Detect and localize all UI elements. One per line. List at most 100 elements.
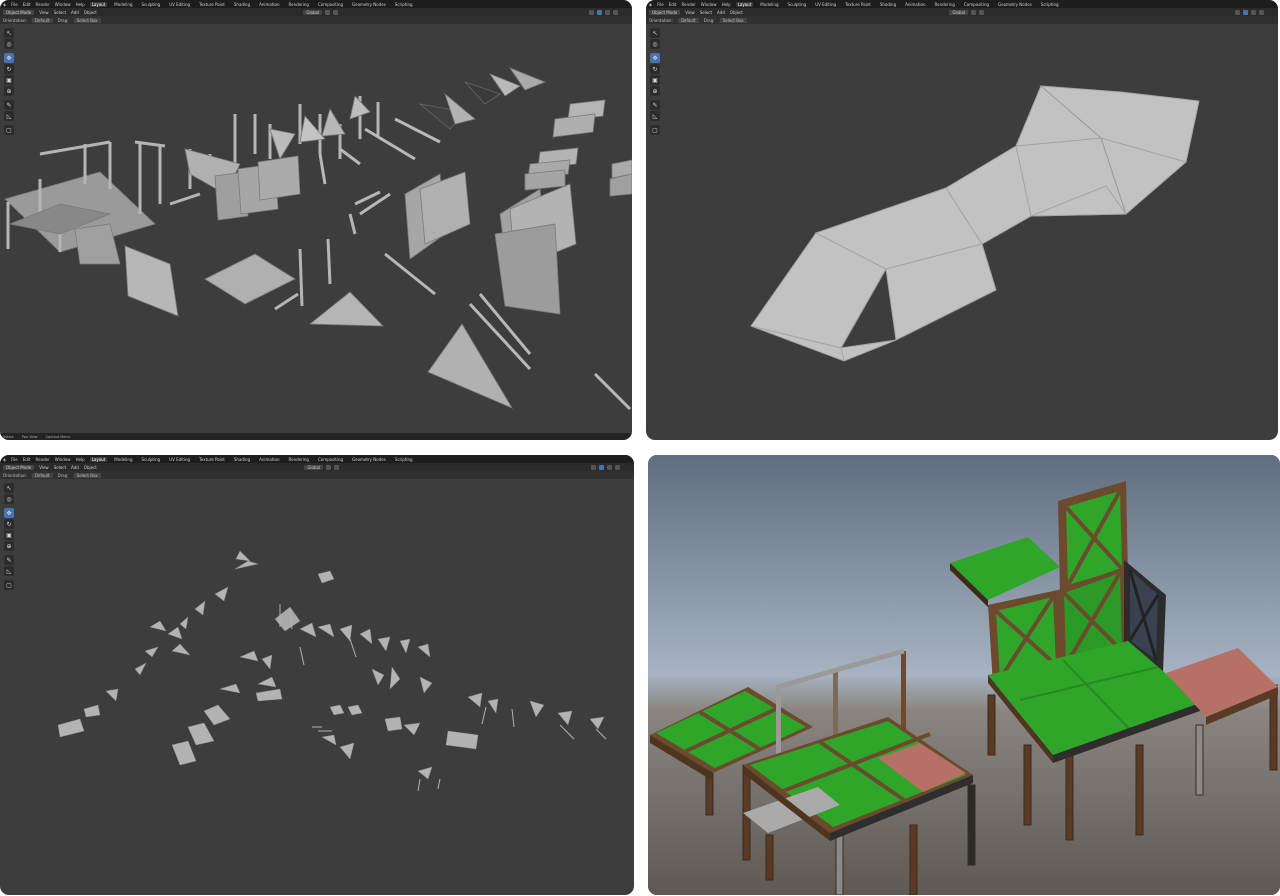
select-tool-icon[interactable]: ↖	[4, 28, 14, 38]
menu-window[interactable]: Window	[55, 457, 71, 462]
measure-tool-icon[interactable]: ◺	[4, 566, 14, 576]
rotate-tool-icon[interactable]: ↻	[4, 519, 14, 529]
orientation-select[interactable]: Default	[31, 17, 53, 23]
measure-tool-icon[interactable]: ◺	[4, 111, 14, 121]
tab-geometry-nodes[interactable]: Geometry Nodes	[996, 2, 1034, 7]
blender-logo-icon[interactable]: ◈	[3, 2, 6, 7]
scale-tool-icon[interactable]: ▣	[650, 75, 660, 85]
tab-sculpting[interactable]: Sculpting	[140, 2, 163, 7]
overlay-icon[interactable]	[605, 9, 610, 15]
shading-icon[interactable]	[613, 9, 618, 15]
tab-animation[interactable]: Animation	[257, 457, 281, 462]
transform-tool-icon[interactable]: ⊕	[4, 541, 14, 551]
overlay-icon[interactable]	[1251, 9, 1256, 15]
tab-compositing[interactable]: Compositing	[962, 2, 991, 7]
drag-select[interactable]: Select Box	[719, 17, 747, 23]
move-tool-icon[interactable]: ✥	[4, 508, 14, 518]
scale-tool-icon[interactable]: ▣	[4, 75, 14, 85]
select-menu[interactable]: Select	[54, 465, 66, 470]
transform-tool-icon[interactable]: ⊕	[650, 86, 660, 96]
menu-edit[interactable]: Edit	[23, 2, 31, 7]
transform-tool-icon[interactable]: ⊕	[4, 86, 14, 96]
transform-orientation[interactable]: Global	[304, 464, 324, 470]
menu-window[interactable]: Window	[55, 2, 71, 7]
menu-render[interactable]: Render	[36, 457, 50, 462]
add-cube-tool-icon[interactable]: ▢	[4, 125, 14, 135]
gizmo-icon[interactable]	[597, 9, 602, 15]
shading-icon[interactable]	[615, 464, 620, 470]
visibility-icon[interactable]	[591, 464, 596, 470]
tab-modeling[interactable]: Modeling	[112, 2, 134, 7]
snap-icon[interactable]	[333, 9, 339, 15]
mode-select[interactable]: Object Mode	[649, 9, 681, 15]
tab-shading[interactable]: Shading	[878, 2, 898, 7]
tab-texture-paint[interactable]: Texture Paint	[197, 2, 227, 7]
menu-file[interactable]: File	[11, 457, 18, 462]
snap-icon[interactable]	[979, 9, 985, 15]
add-menu[interactable]: Add	[71, 10, 79, 15]
tab-shading[interactable]: Shading	[232, 2, 252, 7]
annotate-tool-icon[interactable]: ✎	[4, 555, 14, 565]
move-tool-icon[interactable]: ✥	[4, 53, 14, 63]
tab-compositing[interactable]: Compositing	[316, 2, 345, 7]
add-menu[interactable]: Add	[717, 10, 725, 15]
menu-window[interactable]: Window	[701, 2, 717, 7]
tab-geometry-nodes[interactable]: Geometry Nodes	[350, 457, 388, 462]
viewport-scene-hex[interactable]	[646, 24, 1278, 440]
tab-texture-paint[interactable]: Texture Paint	[843, 2, 873, 7]
cursor-tool-icon[interactable]: ◎	[650, 39, 660, 49]
tab-animation[interactable]: Animation	[257, 2, 281, 7]
mode-select[interactable]: Object Mode	[3, 464, 35, 470]
tab-layout[interactable]: Layout	[89, 456, 108, 462]
tab-sculpting[interactable]: Sculpting	[140, 457, 163, 462]
tab-layout[interactable]: Layout	[89, 1, 108, 7]
tab-scripting[interactable]: Scripting	[393, 2, 415, 7]
gizmo-icon[interactable]	[1243, 9, 1248, 15]
viewport-scene-kit[interactable]	[0, 24, 632, 440]
annotate-tool-icon[interactable]: ✎	[650, 100, 660, 110]
drag-select[interactable]: Select Box	[73, 472, 101, 478]
tab-uv-editing[interactable]: UV Editing	[167, 457, 192, 462]
menu-help[interactable]: Help	[76, 457, 85, 462]
menu-help[interactable]: Help	[76, 2, 85, 7]
tab-texture-paint[interactable]: Texture Paint	[197, 457, 227, 462]
object-menu[interactable]: Object	[84, 10, 97, 15]
measure-tool-icon[interactable]: ◺	[650, 111, 660, 121]
menu-edit[interactable]: Edit	[23, 457, 31, 462]
menu-file[interactable]: File	[657, 2, 664, 7]
tab-rendering[interactable]: Rendering	[287, 457, 311, 462]
select-tool-icon[interactable]: ↖	[4, 483, 14, 493]
blender-logo-icon[interactable]: ◈	[649, 2, 652, 7]
tab-rendering[interactable]: Rendering	[933, 2, 957, 7]
move-tool-icon[interactable]: ✥	[650, 53, 660, 63]
transform-orientation[interactable]: Global	[949, 9, 969, 15]
object-menu[interactable]: Object	[730, 10, 743, 15]
viewport-scene-overview[interactable]	[0, 479, 634, 895]
tab-compositing[interactable]: Compositing	[316, 457, 345, 462]
tab-animation[interactable]: Animation	[903, 2, 927, 7]
menu-help[interactable]: Help	[722, 2, 731, 7]
cursor-tool-icon[interactable]: ◎	[4, 39, 14, 49]
scale-tool-icon[interactable]: ▣	[4, 530, 14, 540]
rotate-tool-icon[interactable]: ↻	[4, 64, 14, 74]
pivot-icon[interactable]	[326, 464, 332, 470]
view-menu[interactable]: View	[39, 10, 49, 15]
tab-modeling[interactable]: Modeling	[758, 2, 780, 7]
cursor-tool-icon[interactable]: ◎	[4, 494, 14, 504]
transform-orientation[interactable]: Global	[303, 9, 323, 15]
overlay-icon[interactable]	[607, 464, 612, 470]
tab-sculpting[interactable]: Sculpting	[786, 2, 809, 7]
add-menu[interactable]: Add	[71, 465, 79, 470]
select-menu[interactable]: Select	[700, 10, 712, 15]
tab-uv-editing[interactable]: UV Editing	[813, 2, 838, 7]
gizmo-icon[interactable]	[599, 464, 604, 470]
visibility-icon[interactable]	[1235, 9, 1240, 15]
orientation-select[interactable]: Default	[31, 472, 53, 478]
shading-icon[interactable]	[1259, 9, 1264, 15]
tab-shading[interactable]: Shading	[232, 457, 252, 462]
tab-modeling[interactable]: Modeling	[112, 457, 134, 462]
select-tool-icon[interactable]: ↖	[650, 28, 660, 38]
tab-scripting[interactable]: Scripting	[393, 457, 415, 462]
snap-icon[interactable]	[334, 464, 340, 470]
menu-edit[interactable]: Edit	[669, 2, 677, 7]
